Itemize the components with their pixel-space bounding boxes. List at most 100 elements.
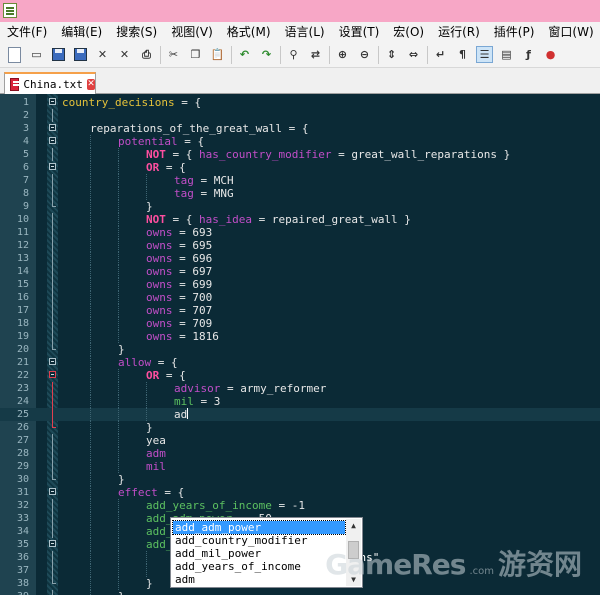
autocomplete-item[interactable]: add_country_modifier [173, 534, 345, 547]
indent-guide-icon[interactable]: ☰ [476, 46, 493, 63]
code-line[interactable]: 23 advisor = army_reformer [0, 382, 600, 395]
show-all-icon[interactable]: ¶ [454, 46, 471, 63]
code-line[interactable]: 6 OR = { [0, 161, 600, 174]
autocomplete-item[interactable]: adm [173, 573, 345, 586]
code-line[interactable]: 19 owns = 1816 [0, 330, 600, 343]
code-line[interactable]: 14 owns = 697 [0, 265, 600, 278]
save-all-icon[interactable] [72, 46, 89, 63]
replace-icon[interactable]: ⇄ [307, 46, 324, 63]
fold-toggle-icon[interactable] [48, 369, 57, 382]
zoom-in-icon[interactable]: ⊕ [334, 46, 351, 63]
code-line[interactable]: 22 OR = { [0, 369, 600, 382]
code-line[interactable]: 20} [0, 343, 600, 356]
fold-toggle-icon[interactable] [48, 135, 57, 148]
menu-item[interactable]: 插件(P) [487, 22, 542, 42]
record-macro-icon[interactable]: ● [542, 46, 559, 63]
code-line[interactable]: 26} [0, 421, 600, 434]
code-line[interactable]: 8 tag = MNG [0, 187, 600, 200]
tab-china-txt[interactable]: China.txt ✕ [4, 72, 96, 94]
zoom-out-icon[interactable]: ⊖ [356, 46, 373, 63]
autocomplete-item[interactable]: add_adm_power [172, 520, 346, 535]
code-line[interactable]: 30} [0, 473, 600, 486]
code-token: } [118, 473, 125, 486]
tab-close-icon[interactable]: ✕ [86, 78, 95, 90]
indent-guide [118, 499, 119, 512]
code-text: owns = 693 [146, 226, 212, 239]
menu-item[interactable]: 宏(O) [386, 22, 431, 42]
indent-guide [90, 395, 91, 408]
code-line[interactable]: 24 mil = 3 [0, 395, 600, 408]
code-line[interactable]: 1 country_decisions = { [0, 96, 600, 109]
close-icon[interactable]: ✕ [94, 46, 111, 63]
code-line[interactable]: 18 owns = 709 [0, 317, 600, 330]
print-icon[interactable]: ⎙ [138, 46, 155, 63]
code-line[interactable]: 25 ad [0, 408, 600, 421]
code-line[interactable]: 10 NOT = { has_idea = repaired_great_wall… [0, 213, 600, 226]
menu-item[interactable]: 运行(R) [431, 22, 487, 42]
line-number: 21 [16, 357, 29, 368]
autocomplete-list[interactable]: add_adm_power add_country_modifier add_mil… [172, 520, 346, 586]
autocomplete-item[interactable]: add_years_of_income [173, 560, 345, 573]
line-number: 28 [16, 448, 29, 459]
menu-item[interactable]: 文件(F) [0, 22, 54, 42]
code-line[interactable]: 28 adm [0, 447, 600, 460]
open-file-icon[interactable]: ▭ [28, 46, 45, 63]
code-editor[interactable]: 1 country_decisions = {2 3 reparations_of_t… [0, 94, 600, 595]
menu-item[interactable]: 视图(V) [164, 22, 220, 42]
menu-item[interactable]: 语言(L) [278, 22, 332, 42]
fold-toggle-icon[interactable] [48, 122, 57, 135]
code-line[interactable]: 12 owns = 695 [0, 239, 600, 252]
code-token: = { [165, 213, 199, 226]
code-line[interactable]: 2 [0, 109, 600, 122]
fold-toggle-icon[interactable] [48, 161, 57, 174]
new-file-icon[interactable] [6, 46, 23, 63]
code-text: allow = { [118, 356, 178, 369]
fold-line [48, 421, 57, 434]
fold-toggle-icon[interactable] [48, 538, 57, 551]
code-line[interactable]: 32 add_years_of_income = -1 [0, 499, 600, 512]
code-line[interactable]: 31 effect = { [0, 486, 600, 499]
code-line[interactable]: 39} [0, 590, 600, 595]
copy-icon[interactable]: ❐ [187, 46, 204, 63]
code-line[interactable]: 17 owns = 707 [0, 304, 600, 317]
sync-h-icon[interactable]: ⇔ [405, 46, 422, 63]
menu-item[interactable]: 设置(T) [332, 22, 387, 42]
code-line[interactable]: 3 reparations_of_the_great_wall = { [0, 122, 600, 135]
wrap-icon[interactable]: ↵ [432, 46, 449, 63]
sync-v-icon[interactable]: ⇕ [383, 46, 400, 63]
code-token: tag [174, 174, 194, 187]
scroll-up-icon[interactable]: ▲ [346, 519, 361, 532]
autocomplete-item[interactable]: add_mil_power [173, 547, 345, 560]
menu-item[interactable]: 编辑(E) [54, 22, 109, 42]
save-icon[interactable] [50, 46, 67, 63]
code-line[interactable]: 15 owns = 699 [0, 278, 600, 291]
code-line[interactable]: 9} [0, 200, 600, 213]
function-list-icon[interactable]: ƒ [520, 46, 537, 63]
code-line[interactable]: 29 mil [0, 460, 600, 473]
redo-icon[interactable]: ↷ [258, 46, 275, 63]
cut-icon[interactable]: ✂ [165, 46, 182, 63]
close-all-icon[interactable]: ✕ [116, 46, 133, 63]
undo-icon[interactable]: ↶ [236, 46, 253, 63]
code-line[interactable]: 7 tag = MCH [0, 174, 600, 187]
code-line[interactable]: 13 owns = 696 [0, 252, 600, 265]
menu-item[interactable]: 窗口(W) [541, 22, 600, 42]
code-line[interactable]: 16 owns = 700 [0, 291, 600, 304]
fold-toggle-icon[interactable] [48, 356, 57, 369]
paste-icon[interactable]: 📋 [209, 46, 226, 63]
indent-guide [118, 421, 119, 434]
code-line[interactable]: 5 NOT = { has_country_modifier = great_wa… [0, 148, 600, 161]
fold-toggle-icon[interactable] [48, 486, 57, 499]
code-line[interactable]: 11 owns = 693 [0, 226, 600, 239]
menu-item[interactable]: 格式(M) [220, 22, 278, 42]
find-icon[interactable]: ⚲ [285, 46, 302, 63]
toolbar-separator [160, 45, 161, 64]
doc-map-icon[interactable]: ▤ [498, 46, 515, 63]
fold-toggle-icon[interactable] [48, 96, 57, 109]
indent-guide [118, 200, 119, 213]
indent-guide [118, 213, 119, 226]
menu-item[interactable]: 搜索(S) [109, 22, 164, 42]
code-line[interactable]: 27 yea [0, 434, 600, 447]
code-line[interactable]: 21 allow = { [0, 356, 600, 369]
code-line[interactable]: 4 potential = { [0, 135, 600, 148]
